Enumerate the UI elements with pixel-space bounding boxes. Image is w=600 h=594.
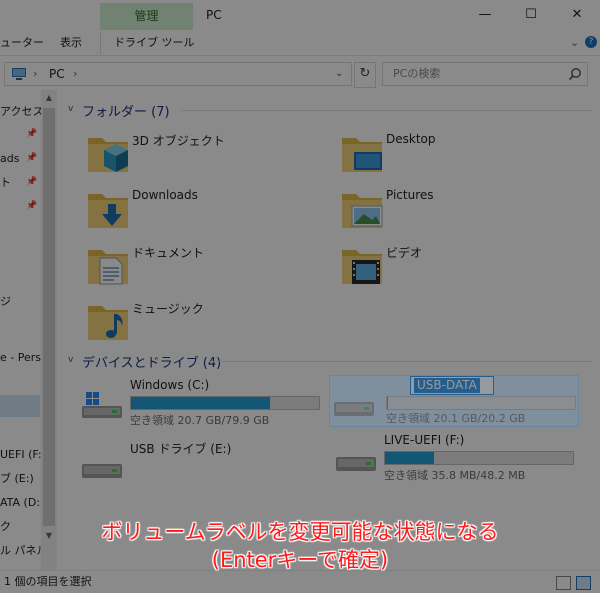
pin-icon: 📌 bbox=[26, 201, 38, 211]
folder-label: ビデオ bbox=[386, 246, 423, 260]
window-title: PC bbox=[206, 8, 222, 22]
nav-item-downloads[interactable]: ads bbox=[0, 151, 19, 167]
capacity-bar bbox=[130, 396, 320, 410]
nav-item-onedrive[interactable]: e - Perso bbox=[0, 350, 42, 366]
folder-label: Desktop bbox=[386, 132, 436, 146]
navigation-pane: アクセス 📌 ads 📌 ト 📌 📌 ジ e - Perso UEFI (F:)… bbox=[0, 90, 42, 570]
minimize-button[interactable]: — bbox=[462, 0, 508, 30]
search-placeholder: PCの検索 bbox=[393, 67, 441, 80]
breadcrumb-pc[interactable]: PC bbox=[49, 63, 65, 85]
folder-documents[interactable]: ドキュメント bbox=[86, 244, 346, 296]
breadcrumb-separator[interactable]: › bbox=[33, 63, 37, 85]
details-view-icon[interactable] bbox=[556, 576, 571, 590]
drive-name: Windows (C:) bbox=[130, 378, 210, 392]
nav-item-control-panel[interactable]: ル パネル bbox=[0, 543, 42, 559]
capacity-bar bbox=[386, 396, 576, 410]
3d-objects-folder-icon bbox=[88, 138, 128, 172]
folder-label: ドキュメント bbox=[132, 246, 205, 260]
drive-usb-data[interactable]: USB-DATA 空き領域 20.1 GB/20.2 GB bbox=[329, 375, 579, 427]
folder-pictures[interactable]: Pictures bbox=[340, 188, 600, 240]
maximize-button[interactable]: ☐ bbox=[508, 0, 554, 30]
drive-windows-c[interactable]: Windows (C:) 空き領域 20.7 GB/79.9 GB bbox=[82, 378, 332, 428]
address-row: › PC › ⌄ ↻ PCの検索 bbox=[0, 56, 600, 90]
group-divider bbox=[182, 110, 592, 111]
close-button[interactable]: ✕ bbox=[554, 0, 600, 30]
pin-icon: 📌 bbox=[26, 129, 38, 139]
folder-videos[interactable]: ビデオ bbox=[340, 244, 600, 296]
instruction-caption-line2: (Enterキーで確定) bbox=[211, 548, 389, 572]
nav-item-usb-drive[interactable]: ブ (E:) bbox=[0, 471, 34, 487]
rename-input-selected-text[interactable]: USB-DATA bbox=[414, 378, 480, 393]
nav-item-usb-data[interactable]: ATA (D:) bbox=[0, 495, 42, 511]
pictures-folder-icon bbox=[342, 194, 383, 228]
nav-scrollbar-thumb[interactable] bbox=[43, 108, 55, 526]
music-folder-icon bbox=[88, 306, 128, 340]
downloads-folder-icon bbox=[88, 194, 128, 228]
pin-icon: 📌 bbox=[26, 153, 38, 163]
usb-drive-icon bbox=[336, 457, 376, 471]
ribbon-tabs: ューター 表示 ドライブ ツール ⌄ ? bbox=[0, 30, 600, 56]
drive-live-uefi-f[interactable]: LIVE-UEFI (F:) 空き領域 35.8 MB/48.2 MB bbox=[336, 433, 586, 483]
drive-free-space: 空き領域 20.7 GB/79.9 GB bbox=[130, 414, 270, 427]
scroll-down-icon[interactable]: ▼ bbox=[41, 528, 57, 544]
folder-label: 3D オブジェクト bbox=[132, 134, 225, 148]
videos-folder-icon bbox=[342, 250, 382, 284]
folder-downloads[interactable]: Downloads bbox=[86, 188, 346, 240]
content-pane: v フォルダー (7) 3D オブジェクト Desktop Downloads bbox=[58, 90, 600, 570]
refresh-button[interactable]: ↻ bbox=[354, 62, 376, 88]
breadcrumb-separator[interactable]: › bbox=[73, 63, 77, 85]
tab-manage[interactable]: 管理 bbox=[100, 3, 193, 30]
usb-drive-icon bbox=[82, 464, 122, 478]
ribbon-expand-icon[interactable]: ⌄ bbox=[570, 30, 586, 55]
tab-computer[interactable]: ューター bbox=[0, 30, 44, 55]
folder-desktop[interactable]: Desktop bbox=[340, 132, 600, 184]
tiles-view-icon[interactable] bbox=[576, 576, 591, 590]
drive-name: USB ドライブ (E:) bbox=[130, 442, 232, 456]
collapse-chevron-icon[interactable]: v bbox=[68, 104, 73, 114]
nav-item-live-uefi[interactable]: UEFI (F:) bbox=[0, 447, 42, 463]
nav-selected-row bbox=[0, 395, 40, 417]
search-icon[interactable] bbox=[568, 67, 582, 81]
windows-drive-icon bbox=[82, 392, 122, 418]
drive-free-space: 空き領域 35.8 MB/48.2 MB bbox=[384, 469, 526, 482]
folder-label: ミュージック bbox=[132, 302, 204, 316]
tab-drive-tools[interactable]: ドライブ ツール bbox=[114, 30, 195, 55]
instruction-caption-line1: ボリュームラベルを変更可能な状態になる bbox=[101, 520, 499, 544]
ribbon-divider bbox=[100, 32, 101, 54]
desktop-folder-icon bbox=[342, 138, 382, 172]
rename-input[interactable]: USB-DATA bbox=[410, 376, 494, 395]
help-icon[interactable]: ? bbox=[585, 36, 597, 48]
title-bar: 管理 PC — ☐ ✕ bbox=[0, 0, 600, 30]
collapse-chevron-icon[interactable]: v bbox=[68, 355, 73, 365]
nav-item-documents[interactable]: ト bbox=[0, 175, 11, 191]
drives-group-header[interactable]: デバイスとドライブ (4) bbox=[82, 352, 221, 371]
chevron-down-icon[interactable]: ⌄ bbox=[335, 63, 343, 85]
folder-music[interactable]: ミュージック bbox=[86, 300, 346, 352]
group-divider bbox=[210, 361, 592, 362]
folder-label: Downloads bbox=[132, 188, 198, 202]
nav-item-network[interactable]: ク bbox=[0, 519, 11, 535]
status-text: 1 個の項目を選択 bbox=[4, 575, 92, 588]
scroll-up-icon[interactable]: ▲ bbox=[41, 90, 57, 106]
usb-drive-icon bbox=[334, 402, 374, 416]
pc-icon bbox=[12, 68, 26, 80]
drive-name: LIVE-UEFI (F:) bbox=[384, 433, 465, 447]
folder-label: Pictures bbox=[386, 188, 434, 202]
nav-item-pictures[interactable]: ジ bbox=[0, 294, 11, 310]
pin-icon: 📌 bbox=[26, 177, 38, 187]
drive-free-space: 空き領域 20.1 GB/20.2 GB bbox=[386, 412, 526, 425]
folders-group-header[interactable]: フォルダー (7) bbox=[82, 101, 170, 120]
capacity-bar-fill bbox=[387, 397, 388, 409]
search-input[interactable]: PCの検索 bbox=[382, 62, 588, 86]
folder-3d-objects[interactable]: 3D オブジェクト bbox=[86, 132, 346, 184]
address-bar[interactable]: › PC › ⌄ bbox=[4, 62, 352, 86]
documents-folder-icon bbox=[88, 250, 128, 285]
capacity-bar-fill bbox=[385, 452, 434, 464]
tab-view[interactable]: 表示 bbox=[60, 30, 82, 55]
nav-item-quick-access[interactable]: アクセス bbox=[0, 104, 42, 120]
capacity-bar-fill bbox=[131, 397, 271, 409]
drive-usb-e[interactable]: USB ドライブ (E:) bbox=[82, 440, 332, 490]
capacity-bar bbox=[384, 451, 574, 465]
